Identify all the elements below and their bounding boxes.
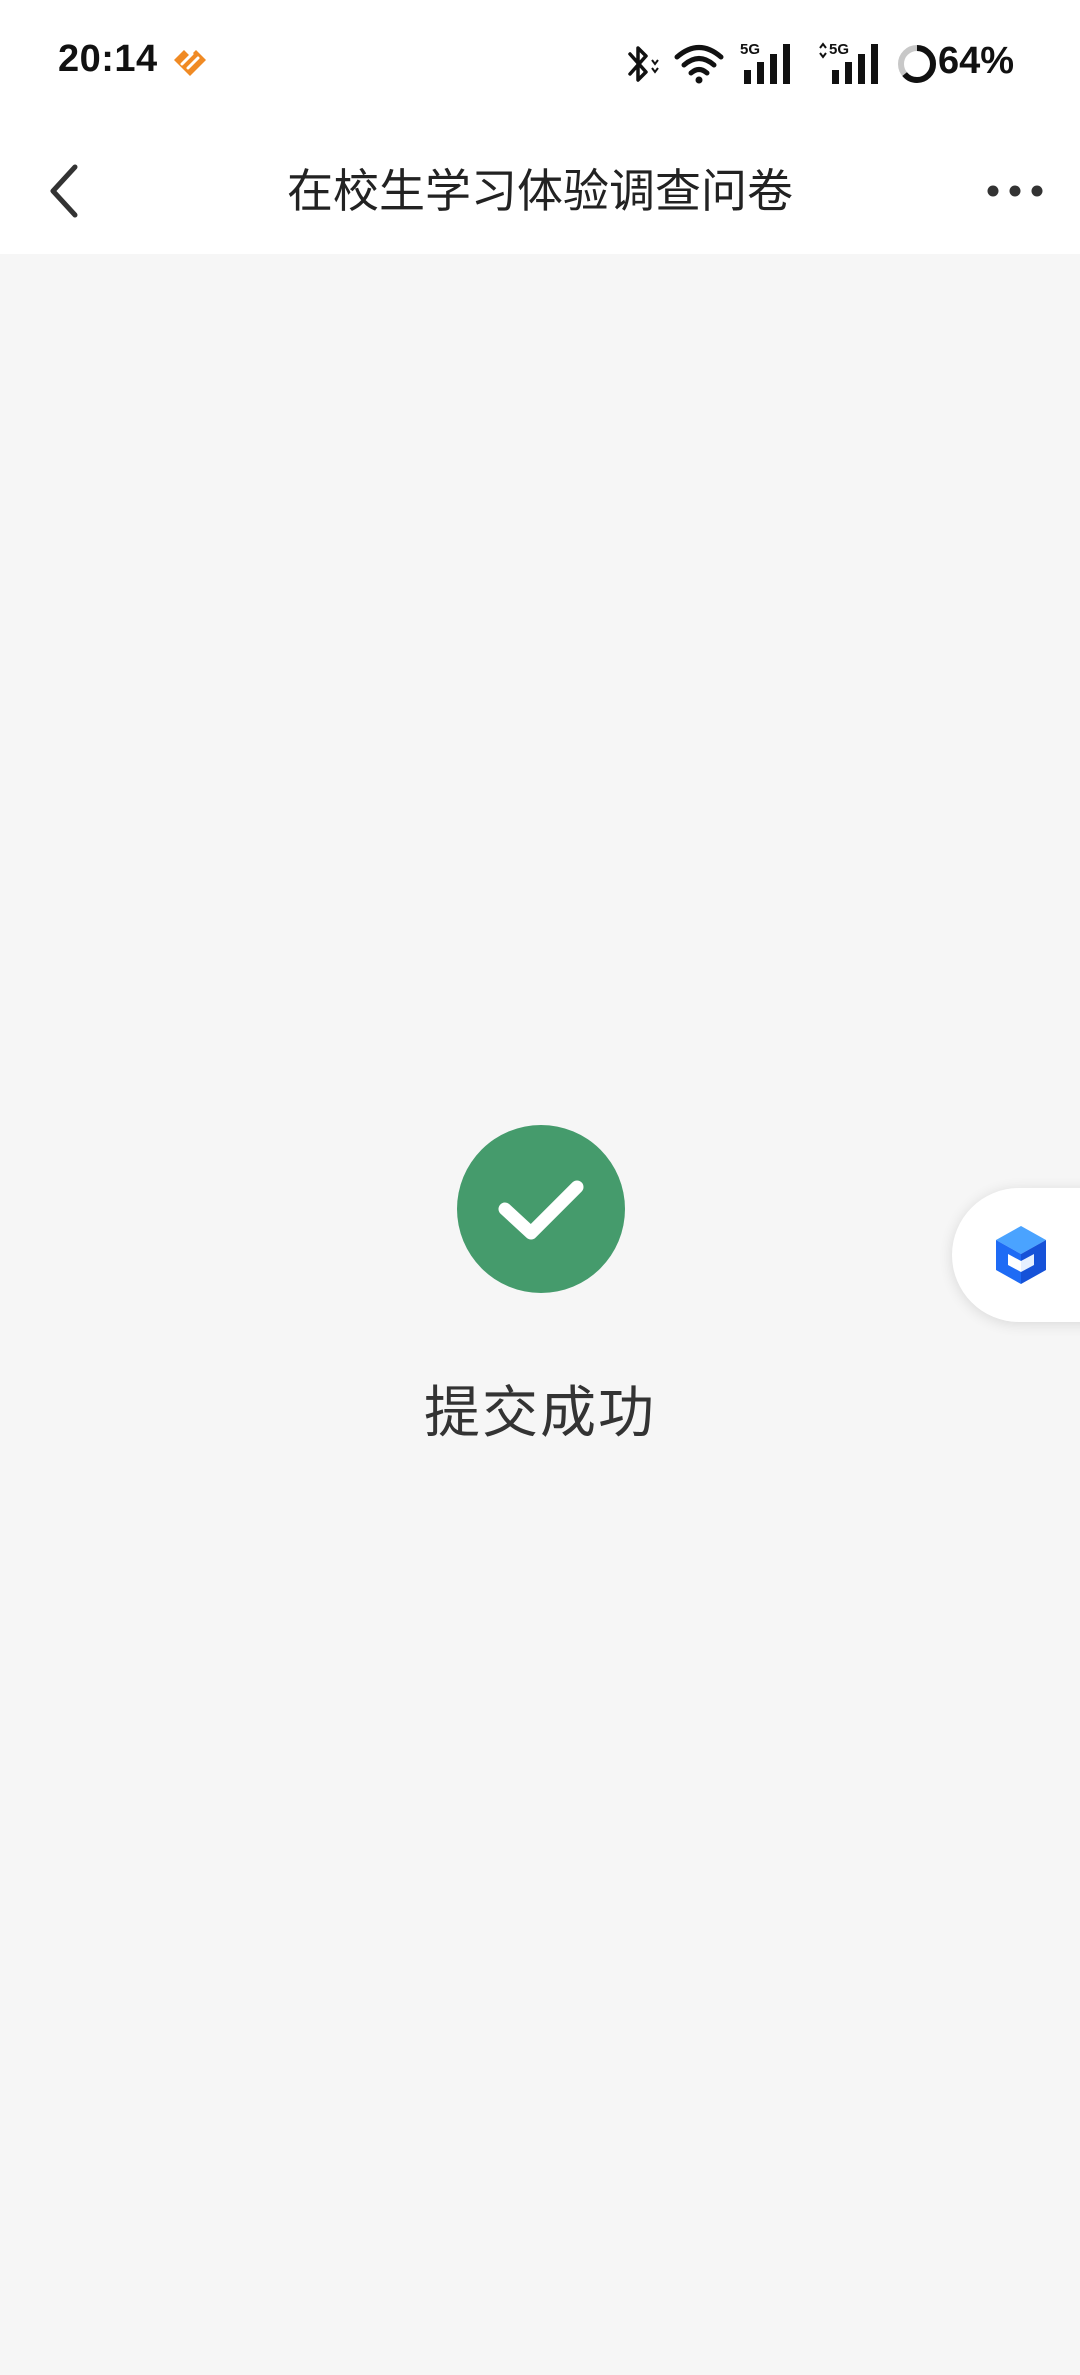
5g-signal-icon: 5G <box>740 41 790 84</box>
status-time: 20:14 <box>58 38 158 80</box>
battery-ring-icon <box>898 45 936 83</box>
app-notification-icon <box>174 50 206 76</box>
svg-text:5G: 5G <box>740 41 760 58</box>
back-button[interactable] <box>30 156 100 226</box>
success-message: 提交成功 <box>424 1381 656 1446</box>
battery-percentage: 64% <box>938 40 1015 82</box>
screen: 20:14 5G 5G 64% 在校生学习体验调查问卷 提交成功 <box>0 0 1080 2375</box>
bluetooth-icon <box>628 46 659 82</box>
wifi-icon <box>674 45 724 84</box>
svg-text:5G: 5G <box>829 41 849 58</box>
check-icon <box>498 1180 584 1240</box>
nav-bar: 在校生学习体验调查问卷 <box>0 128 1080 254</box>
5g-signal-icon: 5G <box>819 41 878 84</box>
more-horizontal-icon <box>987 185 1043 197</box>
blue-cube-icon <box>996 1226 1046 1284</box>
status-bar: 20:14 5G 5G 64% <box>0 0 1080 128</box>
success-icon-circle <box>457 1125 625 1293</box>
page-title: 在校生学习体验调查问卷 <box>287 164 793 218</box>
more-button[interactable] <box>970 156 1060 226</box>
chevron-left-icon <box>50 164 78 218</box>
floating-assistant-button[interactable] <box>952 1188 1080 1322</box>
